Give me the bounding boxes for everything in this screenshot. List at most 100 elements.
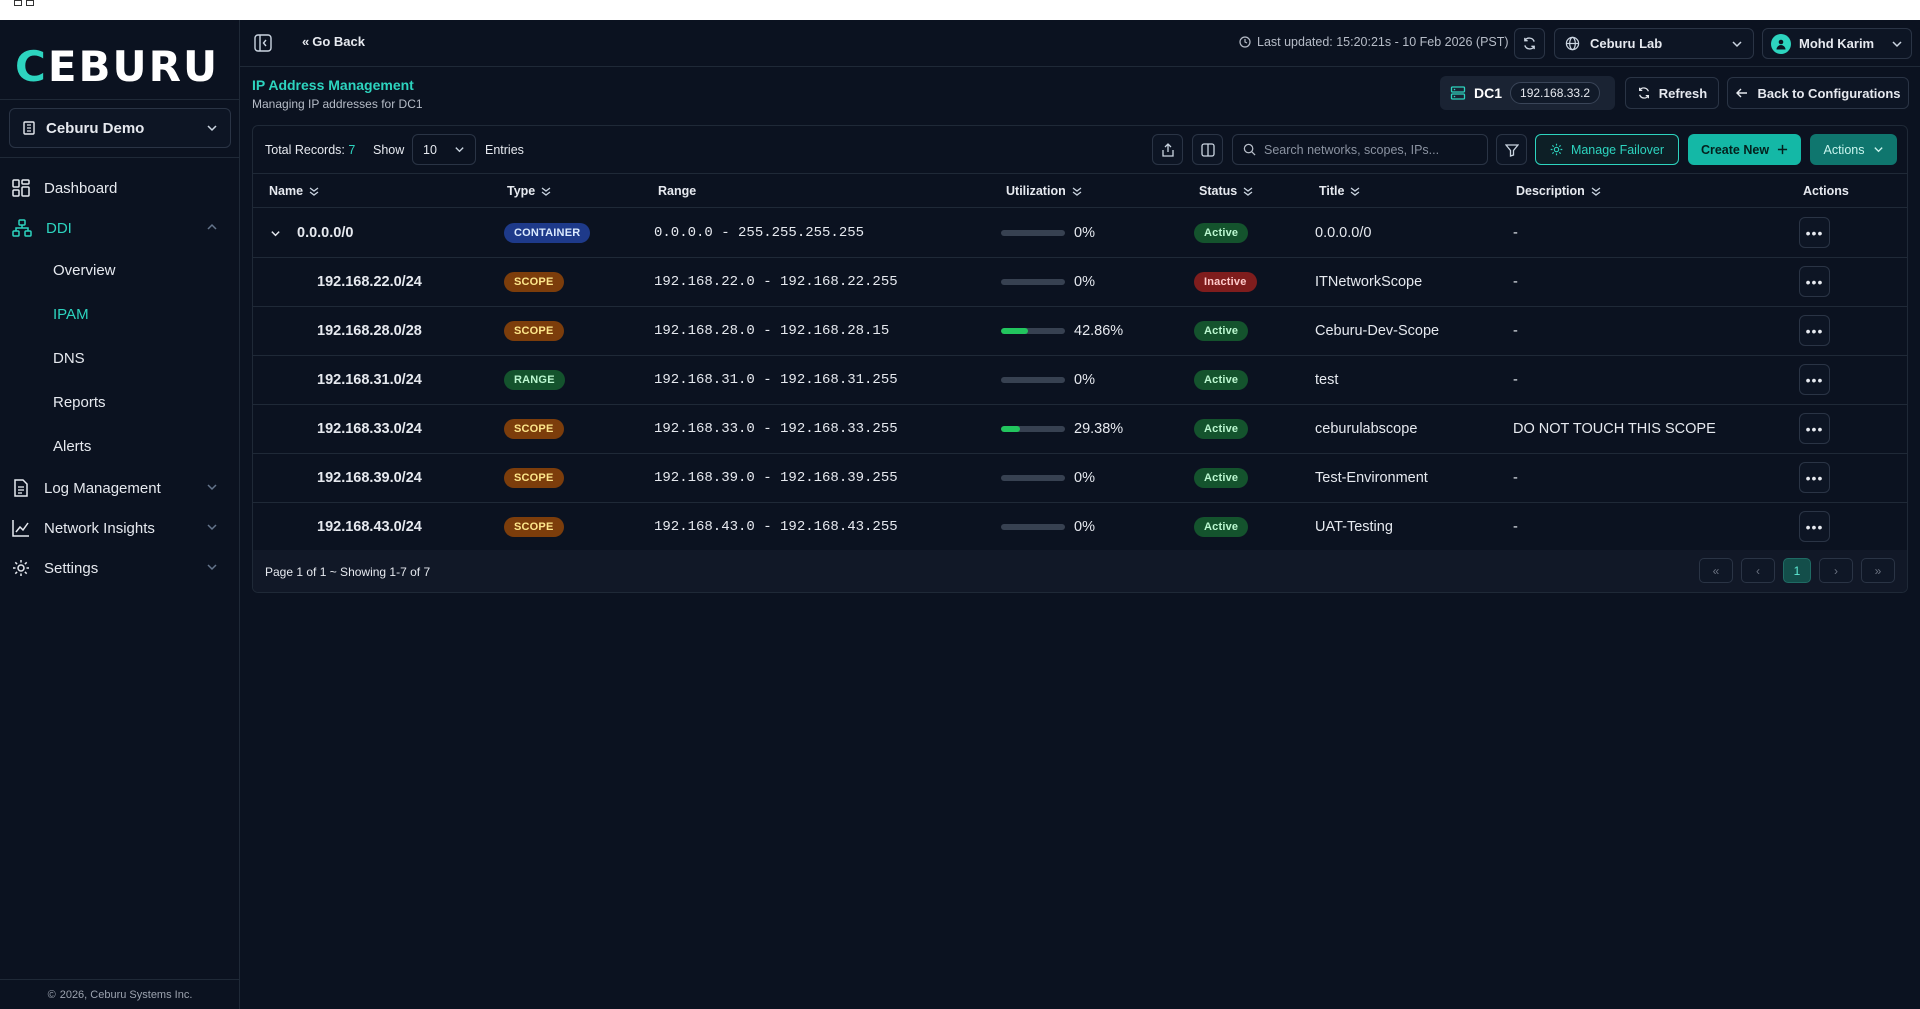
building-icon [23,121,35,135]
row-name[interactable]: 192.168.28.0/28 [317,307,422,355]
row-actions-button[interactable]: ••• [1799,511,1830,542]
row-name[interactable]: 192.168.43.0/24 [317,503,422,551]
globe-icon [1565,36,1580,51]
column-header-status[interactable]: Status [1199,184,1253,198]
columns-icon [1200,142,1215,157]
chevron-down-icon [207,125,217,132]
table-row[interactable]: 192.168.31.0/24 RANGE 192.168.31.0 - 192… [253,356,1907,405]
last-updated: Last updated: 15:20:21s - 10 Feb 2026 (P… [1239,35,1509,49]
table-row[interactable]: 192.168.22.0/24 SCOPE 192.168.22.0 - 192… [253,258,1907,307]
columns-toggle-button[interactable] [1192,134,1223,165]
utilization-bar [1001,230,1065,236]
utilization-value: 0% [1074,274,1095,290]
chevron-left-icon: ‹ [1756,563,1760,578]
row-name[interactable]: 192.168.22.0/24 [317,258,422,306]
divider [0,99,240,100]
page-1-button[interactable]: 1 [1783,558,1811,583]
sidebar-item-ddi[interactable]: DDI [0,208,240,248]
sidebar-subitem-dns[interactable]: DNS [0,336,240,380]
entries-label: Entries [485,143,524,157]
last-page-button[interactable]: » [1861,558,1895,583]
org-select-label: Ceburu Demo [46,119,145,137]
status-badge: Active [1194,468,1249,488]
row-title: ITNetworkScope [1315,274,1423,290]
sort-icon [1072,186,1082,196]
chevron-down-icon [1873,147,1883,153]
row-actions-button[interactable]: ••• [1799,217,1830,248]
sidebar-collapse-icon[interactable] [254,34,272,52]
table-row[interactable]: 192.168.28.0/28 SCOPE 192.168.28.0 - 192… [253,307,1907,356]
org-select[interactable]: Ceburu Demo [9,108,231,148]
lab-select[interactable]: Ceburu Lab [1554,28,1754,59]
row-description: - [1513,225,1518,241]
row-range: 192.168.43.0 - 192.168.43.255 [654,519,898,535]
row-name[interactable]: 0.0.0.0/0 [297,209,353,257]
refresh-button[interactable]: Refresh [1625,77,1719,109]
search-input[interactable] [1264,142,1464,157]
utilization: 29.38% [1001,405,1123,453]
row-actions-button[interactable]: ••• [1799,413,1830,444]
sidebar-subitem-ipam[interactable]: IPAM [0,292,240,336]
manage-failover-button[interactable]: Manage Failover [1535,134,1679,165]
sidebar-subitem-alerts[interactable]: Alerts [0,424,240,468]
export-button[interactable] [1152,134,1183,165]
chevron-down-icon[interactable] [270,228,281,239]
table-row[interactable]: 192.168.33.0/24 SCOPE 192.168.33.0 - 192… [253,405,1907,454]
sidebar-item-log-management[interactable]: Log Management [0,468,240,508]
table-row[interactable]: 192.168.43.0/24 SCOPE 192.168.43.0 - 192… [253,503,1907,552]
sidebar-subitem-overview[interactable]: Overview [0,248,240,292]
table-row[interactable]: 192.168.39.0/24 SCOPE 192.168.39.0 - 192… [253,454,1907,503]
column-header-utilization[interactable]: Utilization [1006,184,1082,198]
sort-icon [541,186,551,196]
first-page-button[interactable]: « [1699,558,1733,583]
row-name[interactable]: 192.168.39.0/24 [317,454,422,502]
utilization: 42.86% [1001,307,1123,355]
chevron-up-icon [207,223,217,230]
dashboard-grid-icon [12,179,30,197]
table-row[interactable]: 0.0.0.0/0 CONTAINER 0.0.0.0 - 255.255.25… [253,209,1907,258]
prev-page-button[interactable]: ‹ [1741,558,1775,583]
type-badge: SCOPE [504,468,564,488]
go-back-link[interactable]: « Go Back [302,34,365,49]
next-page-button[interactable]: › [1819,558,1853,583]
pagination-info: Page 1 of 1 ~ Showing 1-7 of 7 [265,565,431,579]
row-actions-button[interactable]: ••• [1799,266,1830,297]
row-name[interactable]: 192.168.33.0/24 [317,405,422,453]
utilization-bar [1001,475,1065,481]
sidebar-item-label: DDI [46,219,72,237]
sidebar-item-dashboard[interactable]: Dashboard [0,168,240,208]
status-badge: Inactive [1194,272,1257,292]
user-menu[interactable]: Mohd Karim [1762,28,1912,59]
column-header-label: Actions [1803,184,1849,198]
column-header-title[interactable]: Title [1319,184,1360,198]
table-footer: Page 1 of 1 ~ Showing 1-7 of 7 « ‹ 1 › » [253,550,1907,592]
table-toolbar: Total Records: 7 Show 10 Entries Manage … [253,126,1907,174]
page-size-select[interactable]: 10 [412,134,476,165]
row-actions-button[interactable]: ••• [1799,462,1830,493]
utilization-bar [1001,426,1065,432]
actions-dropdown-button[interactable]: Actions [1810,134,1897,165]
create-new-label: Create New [1700,142,1770,157]
sort-icon [1243,186,1253,196]
create-new-button[interactable]: Create New [1688,134,1801,165]
sidebar-item-label: Dashboard [44,179,118,197]
sidebar-subitem-reports[interactable]: Reports [0,380,240,424]
clock-icon [1239,36,1251,48]
row-name[interactable]: 192.168.31.0/24 [317,356,422,404]
back-to-configurations-button[interactable]: Back to Configurations [1727,77,1909,109]
sidebar-item-network-insights[interactable]: Network Insights [0,508,240,548]
status-badge: Active [1194,223,1249,243]
refresh-icon [1524,37,1535,50]
row-actions-button[interactable]: ••• [1799,315,1830,346]
row-range: 192.168.39.0 - 192.168.39.255 [654,470,898,486]
column-header-description[interactable]: Description [1516,184,1601,198]
row-actions-button[interactable]: ••• [1799,364,1830,395]
column-header-type[interactable]: Type [507,184,551,198]
sync-button[interactable] [1514,28,1545,59]
app-grid-icon[interactable] [14,0,36,8]
column-header-name[interactable]: Name [269,184,319,198]
ceburu-logo[interactable]: CEBURU [15,40,219,94]
chevron-down-icon [455,147,464,153]
filter-button[interactable] [1496,134,1527,165]
sidebar-item-settings[interactable]: Settings [0,548,240,588]
